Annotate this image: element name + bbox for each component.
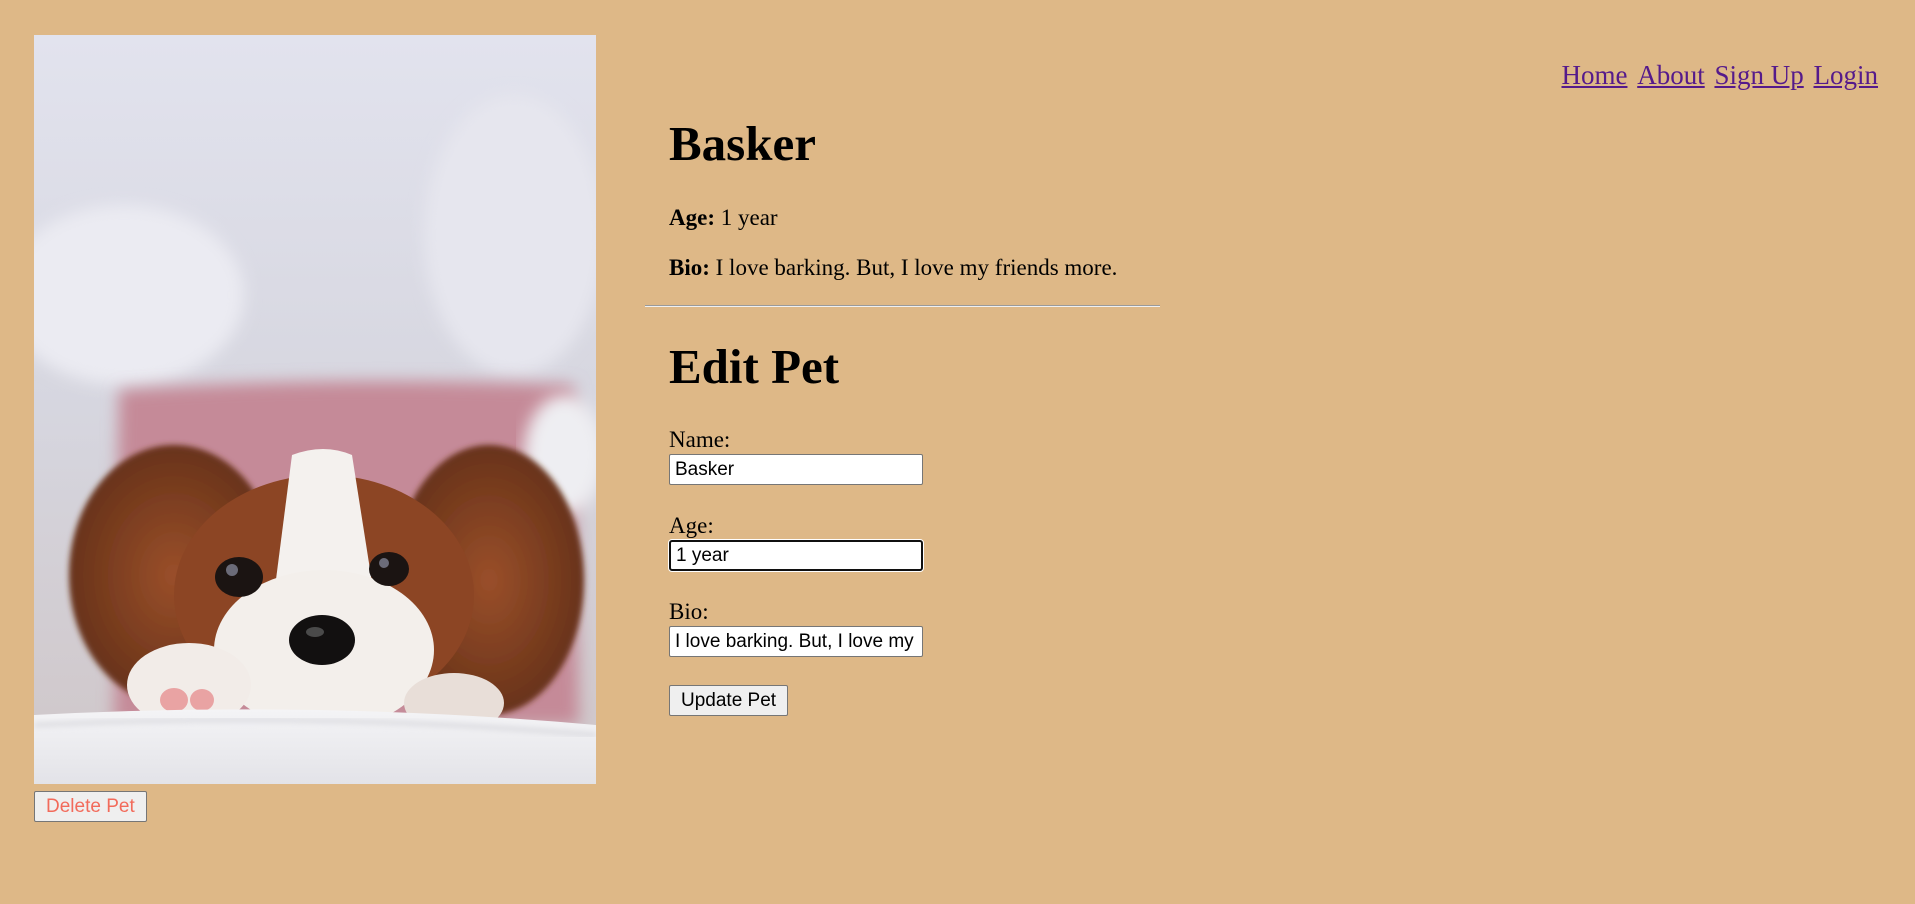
pet-bio-line: Bio: I love barking. But, I love my frie… (669, 254, 1189, 282)
nav-link-home[interactable]: Home (1561, 60, 1627, 90)
bio-label: Bio: (669, 599, 709, 624)
age-label: Age: (669, 513, 714, 538)
puppy-photo-image (34, 35, 596, 784)
pet-bio-value: I love barking. But, I love my friends m… (715, 255, 1118, 280)
update-pet-button[interactable]: Update Pet (669, 685, 789, 716)
edit-pet-section: Edit Pet (669, 335, 839, 399)
bio-field[interactable] (669, 626, 923, 657)
pet-age-value: 1 year (720, 205, 778, 230)
nav-link-about[interactable]: About (1637, 60, 1705, 90)
nav-link-sign-up[interactable]: Sign Up (1714, 60, 1803, 90)
top-nav: Home About Sign Up Login (1558, 60, 1878, 91)
age-field[interactable] (669, 540, 923, 571)
pet-age-label: Age: (669, 205, 715, 230)
pet-age-line: Age: 1 year (669, 204, 1189, 232)
delete-pet-button[interactable]: Delete Pet (34, 791, 147, 822)
section-divider (645, 305, 1160, 307)
name-label: Name: (669, 427, 731, 452)
pet-info: Basker Age: 1 year Bio: I love barking. … (669, 112, 1189, 282)
name-field[interactable] (669, 454, 923, 485)
pet-name-heading: Basker (669, 116, 816, 171)
pet-detail-page: Delete Pet Home About Sign Up Login Bask… (0, 0, 1915, 904)
pet-bio-label: Bio: (669, 255, 710, 280)
edit-pet-heading: Edit Pet (669, 339, 840, 394)
pet-photo (34, 35, 596, 784)
nav-link-login[interactable]: Login (1814, 60, 1879, 90)
